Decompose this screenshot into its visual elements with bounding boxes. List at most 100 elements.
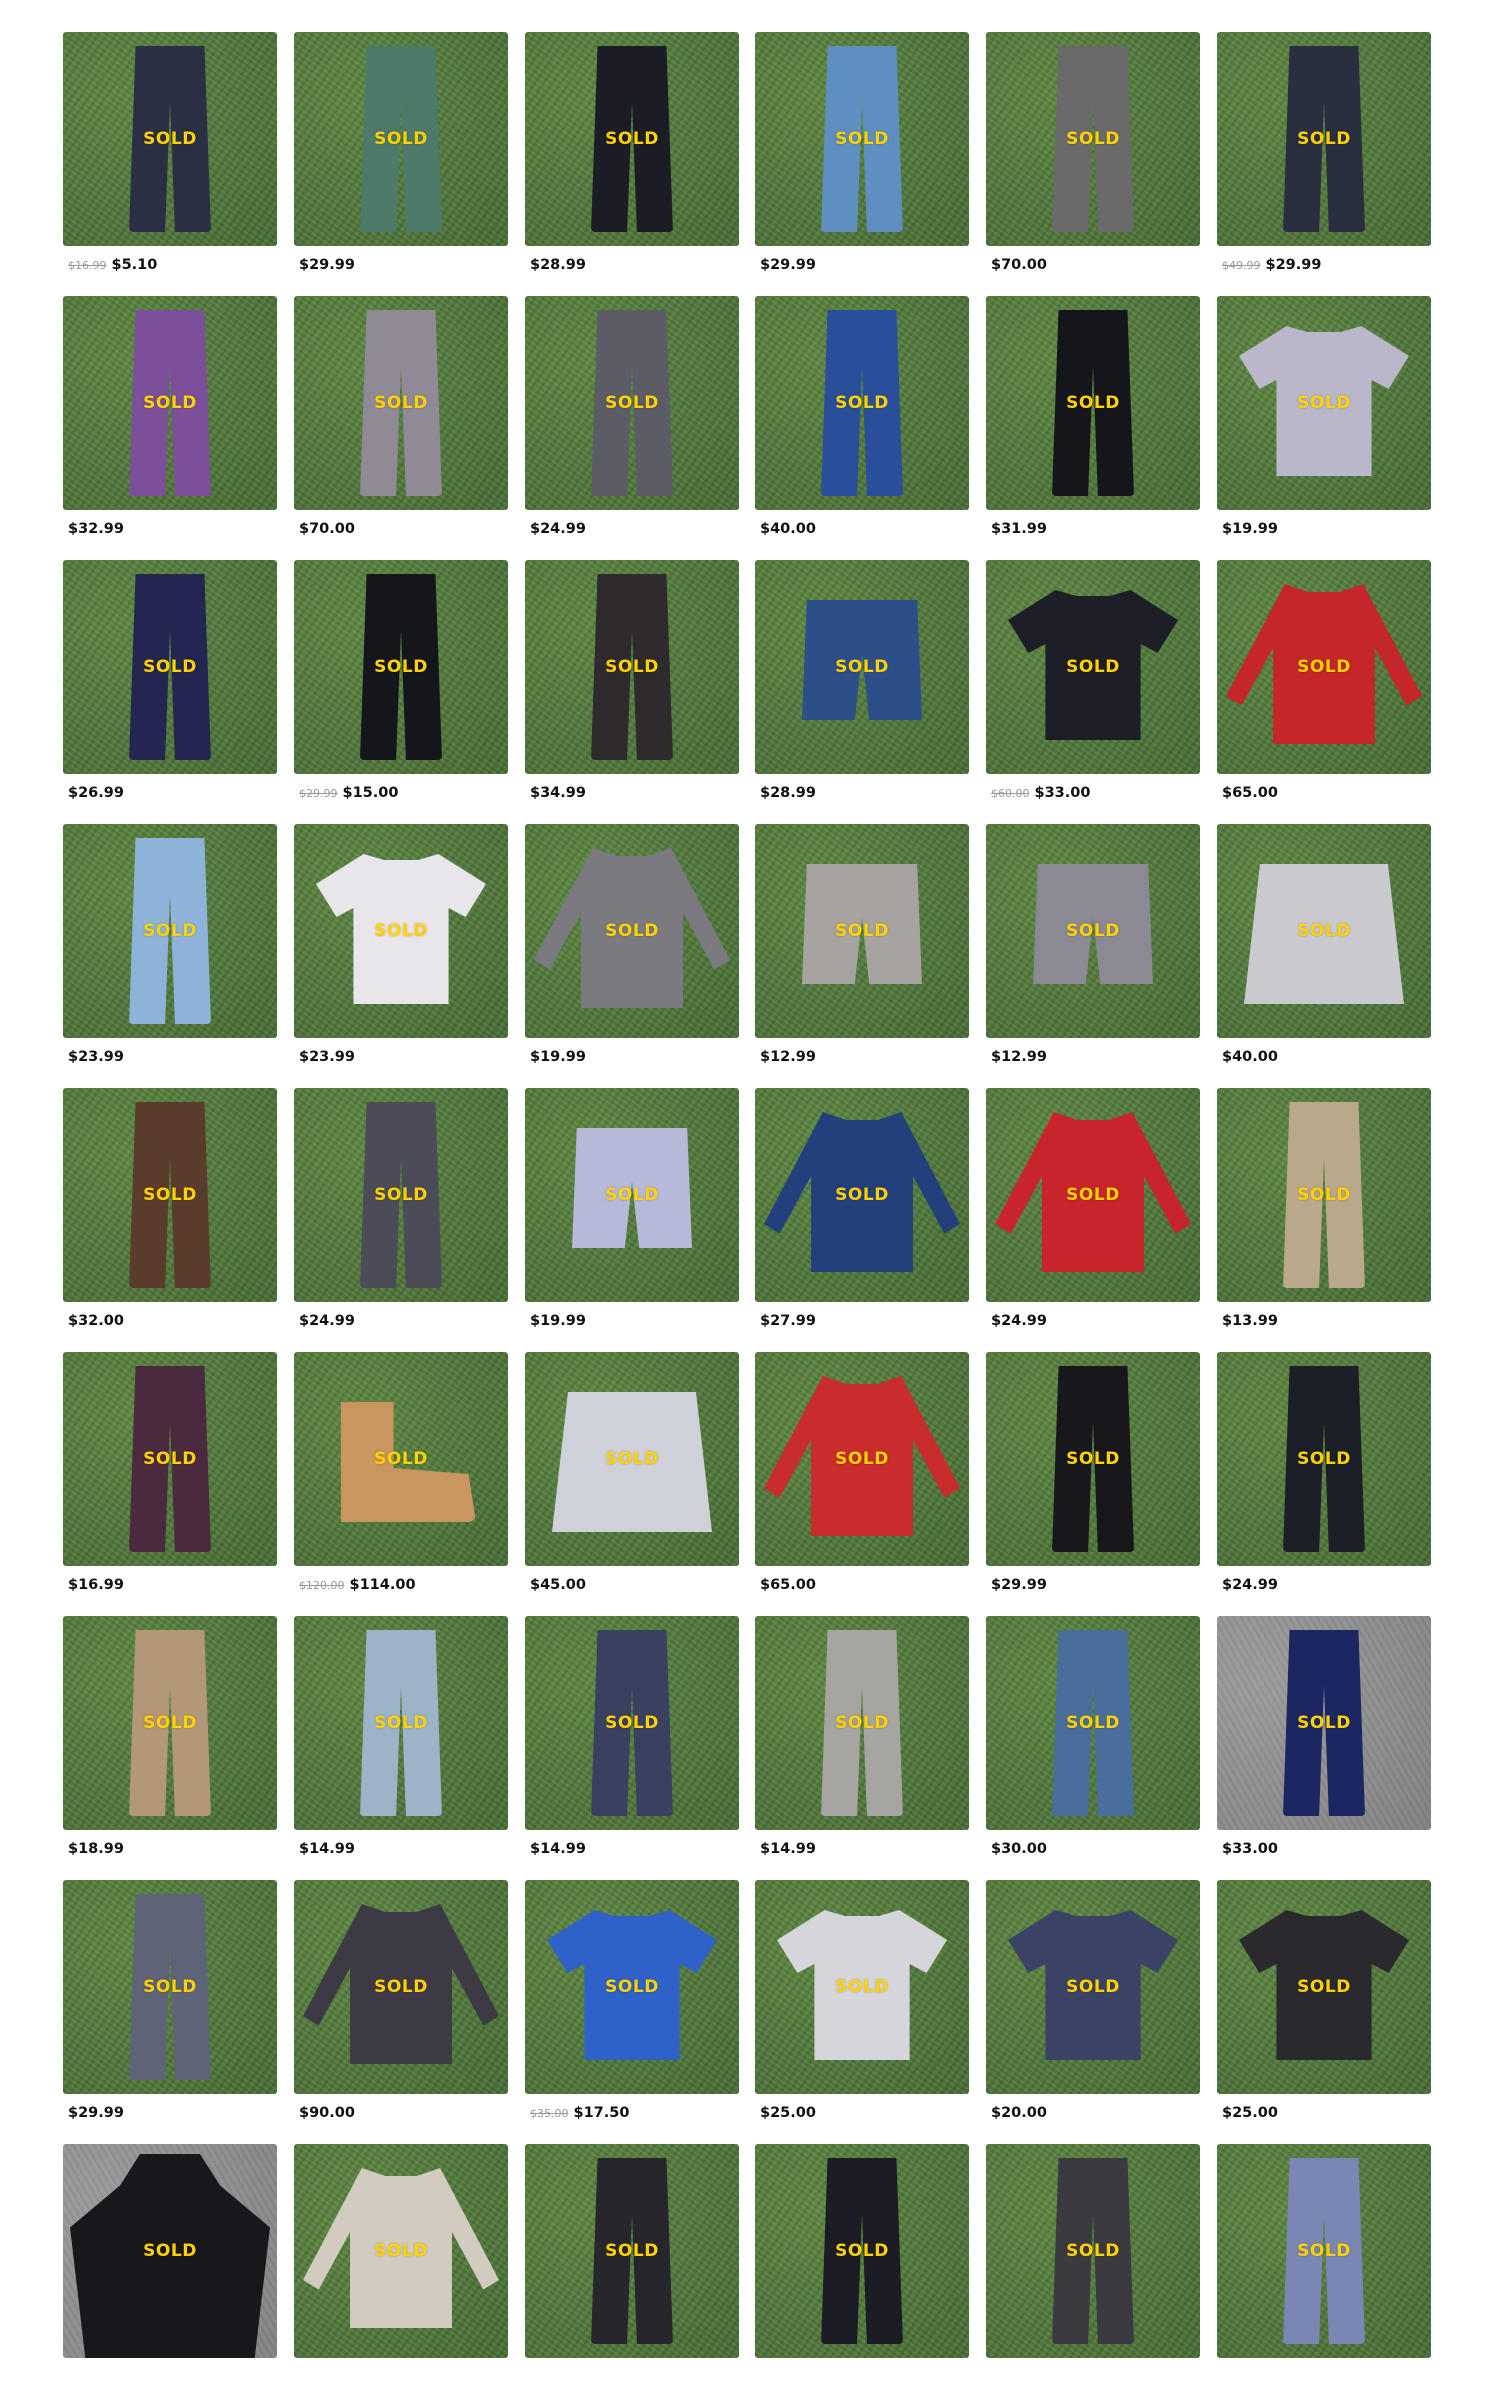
product-image[interactable]: SOLD: [986, 1616, 1200, 1830]
product-card[interactable]: SOLD $14.99: [755, 1616, 969, 1858]
product-image[interactable]: SOLD: [1217, 32, 1431, 246]
product-card[interactable]: SOLD $70.00: [294, 296, 508, 538]
product-card[interactable]: SOLD $29.99: [63, 1880, 277, 2122]
product-image[interactable]: SOLD: [986, 32, 1200, 246]
product-image[interactable]: SOLD: [755, 2144, 969, 2358]
product-image[interactable]: SOLD: [1217, 560, 1431, 774]
product-image[interactable]: SOLD: [294, 1088, 508, 1302]
product-card[interactable]: SOLD $90.00: [294, 1880, 508, 2122]
product-image[interactable]: SOLD: [755, 32, 969, 246]
product-card[interactable]: SOLD $31.99: [986, 296, 1200, 538]
product-image[interactable]: SOLD: [755, 296, 969, 510]
product-card[interactable]: SOLD $12.99: [986, 824, 1200, 1066]
product-card[interactable]: SOLD: [755, 2144, 969, 2386]
product-image[interactable]: SOLD: [1217, 1088, 1431, 1302]
product-card[interactable]: SOLD $34.99: [525, 560, 739, 802]
product-image[interactable]: SOLD: [63, 560, 277, 774]
product-card[interactable]: SOLD $120.00 $114.00: [294, 1352, 508, 1594]
product-card[interactable]: SOLD $20.00: [986, 1880, 1200, 2122]
product-card[interactable]: SOLD $35.00 $17.50: [525, 1880, 739, 2122]
product-card[interactable]: SOLD $24.99: [986, 1088, 1200, 1330]
product-image[interactable]: SOLD: [755, 824, 969, 1038]
product-card[interactable]: SOLD $28.99: [525, 32, 739, 274]
product-card[interactable]: SOLD: [525, 2144, 739, 2386]
product-image[interactable]: SOLD: [525, 296, 739, 510]
product-card[interactable]: SOLD $29.99: [294, 32, 508, 274]
product-image[interactable]: SOLD: [525, 1352, 739, 1566]
product-image[interactable]: SOLD: [525, 1880, 739, 2094]
product-card[interactable]: SOLD $60.00 $33.00: [986, 560, 1200, 802]
product-card[interactable]: SOLD $28.99: [755, 560, 969, 802]
product-card[interactable]: SOLD $12.99: [755, 824, 969, 1066]
product-card[interactable]: SOLD $24.99: [525, 296, 739, 538]
product-image[interactable]: SOLD: [986, 1352, 1200, 1566]
product-card[interactable]: SOLD $16.99: [63, 1352, 277, 1594]
product-card[interactable]: SOLD $14.99: [525, 1616, 739, 1858]
product-card[interactable]: SOLD $32.00: [63, 1088, 277, 1330]
product-image[interactable]: SOLD: [1217, 1880, 1431, 2094]
product-card[interactable]: SOLD $19.99: [525, 1088, 739, 1330]
product-card[interactable]: SOLD $40.00: [755, 296, 969, 538]
product-image[interactable]: SOLD: [1217, 1616, 1431, 1830]
product-image[interactable]: SOLD: [63, 1352, 277, 1566]
product-image[interactable]: SOLD: [1217, 2144, 1431, 2358]
product-image[interactable]: SOLD: [63, 1616, 277, 1830]
product-image[interactable]: SOLD: [755, 1352, 969, 1566]
product-image[interactable]: SOLD: [294, 1880, 508, 2094]
product-image[interactable]: SOLD: [294, 2144, 508, 2358]
product-card[interactable]: SOLD $25.00: [755, 1880, 969, 2122]
product-image[interactable]: SOLD: [986, 1088, 1200, 1302]
product-card[interactable]: SOLD $19.99: [1217, 296, 1431, 538]
product-image[interactable]: SOLD: [525, 2144, 739, 2358]
product-image[interactable]: SOLD: [1217, 1352, 1431, 1566]
product-card[interactable]: SOLD $26.99: [63, 560, 277, 802]
product-image[interactable]: SOLD: [1217, 296, 1431, 510]
product-card[interactable]: SOLD $65.00: [755, 1352, 969, 1594]
product-card[interactable]: SOLD: [1217, 2144, 1431, 2386]
product-image[interactable]: SOLD: [294, 824, 508, 1038]
product-image[interactable]: SOLD: [525, 560, 739, 774]
product-image[interactable]: SOLD: [986, 2144, 1200, 2358]
product-image[interactable]: SOLD: [755, 1088, 969, 1302]
product-card[interactable]: SOLD $45.00: [525, 1352, 739, 1594]
product-image[interactable]: SOLD: [986, 296, 1200, 510]
product-card[interactable]: SOLD $33.00: [1217, 1616, 1431, 1858]
product-card[interactable]: SOLD $29.99: [986, 1352, 1200, 1594]
product-image[interactable]: SOLD: [63, 1880, 277, 2094]
product-card[interactable]: SOLD $29.99 $15.00: [294, 560, 508, 802]
product-card[interactable]: SOLD $27.99: [755, 1088, 969, 1330]
product-image[interactable]: SOLD: [294, 1352, 508, 1566]
product-card[interactable]: SOLD $70.00: [986, 32, 1200, 274]
product-image[interactable]: SOLD: [986, 1880, 1200, 2094]
product-image[interactable]: SOLD: [63, 1088, 277, 1302]
product-image[interactable]: SOLD: [294, 296, 508, 510]
product-image[interactable]: SOLD: [294, 1616, 508, 1830]
product-image[interactable]: SOLD: [63, 2144, 277, 2358]
product-image[interactable]: SOLD: [63, 32, 277, 246]
product-image[interactable]: SOLD: [755, 560, 969, 774]
product-card[interactable]: SOLD: [294, 2144, 508, 2386]
product-card[interactable]: SOLD $29.99: [755, 32, 969, 274]
product-card[interactable]: SOLD: [63, 2144, 277, 2386]
product-card[interactable]: SOLD $23.99: [63, 824, 277, 1066]
product-image[interactable]: SOLD: [63, 824, 277, 1038]
product-card[interactable]: SOLD $65.00: [1217, 560, 1431, 802]
product-card[interactable]: SOLD $13.99: [1217, 1088, 1431, 1330]
product-image[interactable]: SOLD: [525, 1088, 739, 1302]
product-image[interactable]: SOLD: [1217, 824, 1431, 1038]
product-card[interactable]: SOLD $19.99: [525, 824, 739, 1066]
product-card[interactable]: SOLD $30.00: [986, 1616, 1200, 1858]
product-card[interactable]: SOLD $16.99 $5.10: [63, 32, 277, 274]
product-image[interactable]: SOLD: [755, 1616, 969, 1830]
product-card[interactable]: SOLD $40.00: [1217, 824, 1431, 1066]
product-image[interactable]: SOLD: [525, 1616, 739, 1830]
product-image[interactable]: SOLD: [525, 32, 739, 246]
product-image[interactable]: SOLD: [986, 560, 1200, 774]
product-image[interactable]: SOLD: [294, 32, 508, 246]
product-image[interactable]: SOLD: [294, 560, 508, 774]
product-image[interactable]: SOLD: [63, 296, 277, 510]
product-card[interactable]: SOLD $14.99: [294, 1616, 508, 1858]
product-card[interactable]: SOLD $25.00: [1217, 1880, 1431, 2122]
product-image[interactable]: SOLD: [525, 824, 739, 1038]
product-card[interactable]: SOLD: [986, 2144, 1200, 2386]
